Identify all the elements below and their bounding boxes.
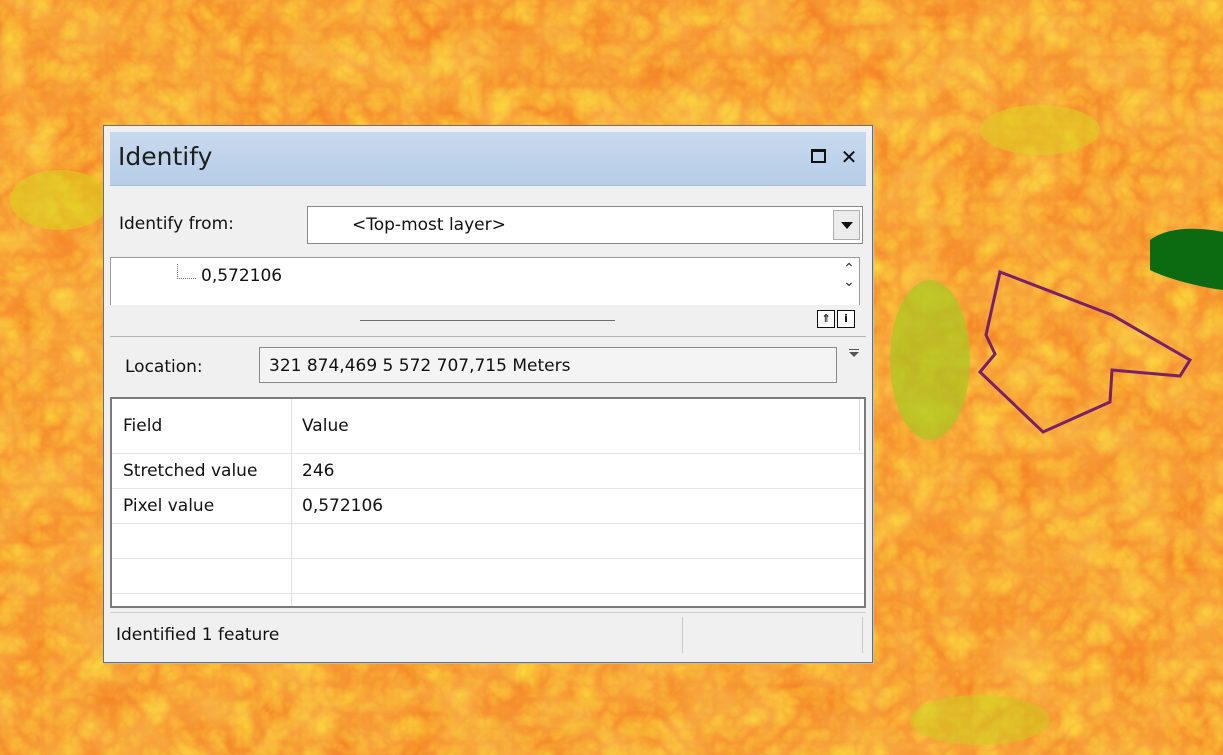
- identify-window: Identify ✕ Identify from: <Top-most laye…: [103, 125, 873, 663]
- empty-cell: [291, 523, 864, 559]
- attributes-table: Field Value Stretched value 246 Pixel va…: [110, 397, 866, 608]
- splitter[interactable]: [360, 320, 615, 321]
- scroll-arrows-icon[interactable]: ⌃ ⌄: [839, 262, 859, 289]
- table-row: [112, 523, 864, 559]
- empty-cell: [112, 558, 292, 594]
- field-cell: Stretched value: [112, 453, 292, 489]
- section-divider: [110, 336, 866, 337]
- expand-icon[interactable]: ⇑: [817, 310, 835, 328]
- status-text: Identified 1 feature: [116, 625, 280, 645]
- value-cell: 0,572106: [291, 488, 864, 524]
- identify-from-label: Identify from:: [119, 214, 234, 234]
- empty-cell: [112, 523, 292, 559]
- empty-cell: [291, 593, 864, 606]
- table-header: Field Value: [112, 399, 864, 454]
- location-field[interactable]: 321 874,469 5 572 707,715 Meters: [259, 347, 837, 383]
- column-resize-handle[interactable]: [859, 399, 863, 451]
- status-bar: Identified 1 feature: [110, 612, 866, 657]
- identify-from-value: <Top-most layer>: [352, 215, 506, 235]
- identify-from-dropdown[interactable]: <Top-most layer>: [307, 206, 863, 244]
- tree-node[interactable]: 0,572106: [201, 266, 282, 286]
- info-icon[interactable]: i: [837, 310, 855, 328]
- table-row: [112, 558, 864, 594]
- maximize-icon[interactable]: [808, 146, 830, 168]
- table-row: [112, 593, 864, 606]
- status-divider: [682, 617, 683, 653]
- title-bar[interactable]: Identify ✕: [110, 132, 866, 186]
- options-arrow-icon[interactable]: [849, 349, 859, 357]
- window-title: Identify: [118, 142, 213, 171]
- tree-connector: [177, 264, 196, 279]
- close-icon[interactable]: ✕: [838, 146, 860, 168]
- table-row: Pixel value 0,572106: [112, 488, 864, 524]
- field-cell: Pixel value: [112, 488, 292, 524]
- value-cell: 246: [291, 453, 864, 489]
- status-divider: [862, 617, 863, 653]
- results-tree[interactable]: 0,572106 ⌃ ⌄: [110, 257, 860, 305]
- field-header[interactable]: Field: [112, 399, 292, 454]
- table-row: Stretched value 246: [112, 453, 864, 489]
- chevron-down-icon[interactable]: [833, 210, 860, 240]
- location-label: Location:: [125, 357, 203, 377]
- empty-cell: [112, 593, 292, 606]
- value-header[interactable]: Value: [291, 399, 864, 454]
- location-value: 321 874,469 5 572 707,715 Meters: [269, 356, 571, 376]
- empty-cell: [291, 558, 864, 594]
